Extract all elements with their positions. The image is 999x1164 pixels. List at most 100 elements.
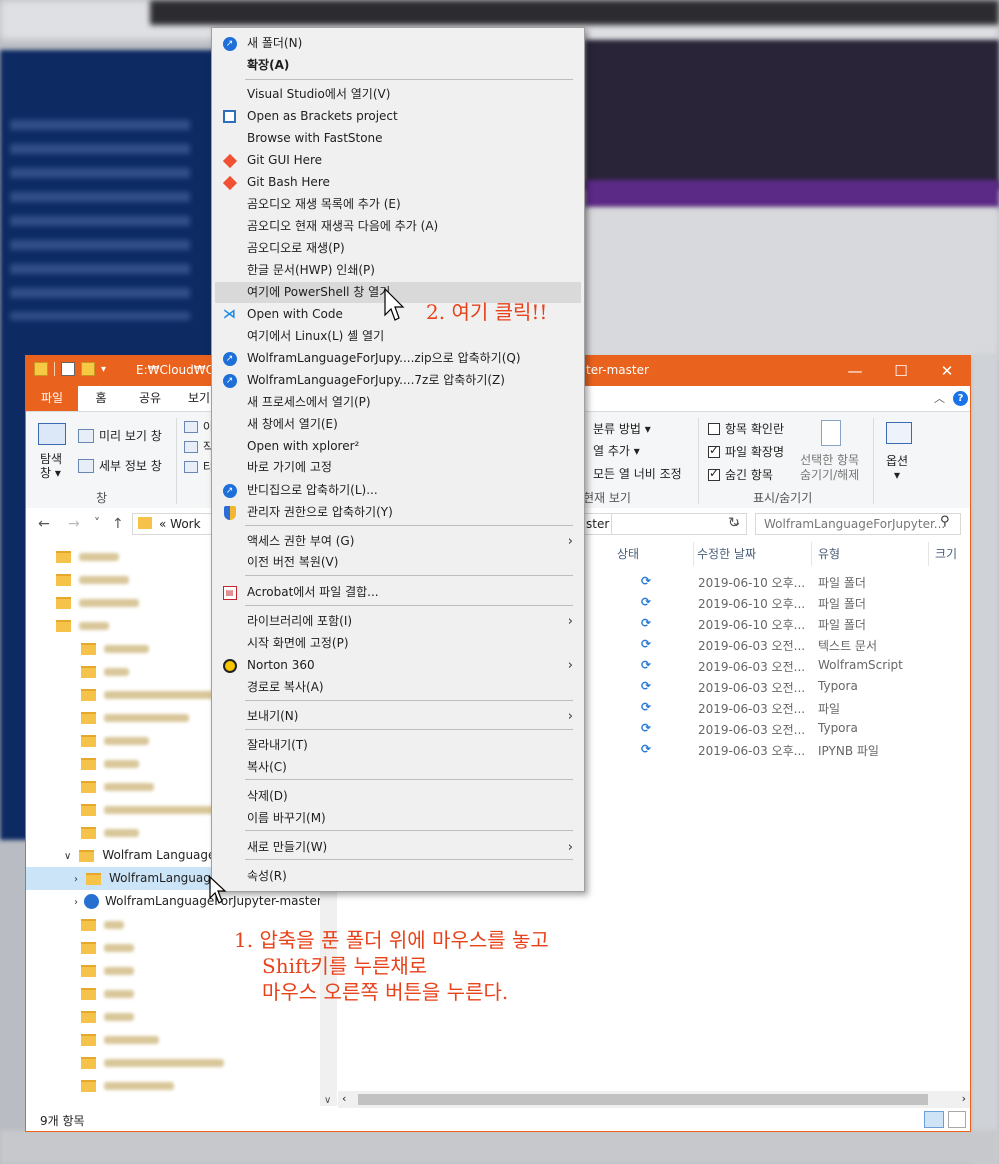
folder-icon[interactable] (34, 362, 48, 376)
menu-separator (245, 525, 573, 526)
layout-option-3[interactable]: 타 (184, 458, 214, 475)
modified-date: 2019-06-03 오후... (698, 744, 806, 758)
minimize-button[interactable]: — (832, 356, 878, 386)
chevron-down-icon[interactable]: ∨ (64, 851, 71, 862)
tree-item[interactable] (81, 1028, 338, 1051)
menu-item-label: 한글 문서(HWP) 인쇄(P) (247, 263, 375, 277)
menu-item-include-in-library[interactable]: 라이브러리에 포함(I) › (215, 611, 581, 632)
large-icons-view-icon[interactable] (948, 1111, 966, 1128)
scroll-right-icon[interactable]: › (962, 1092, 966, 1105)
new-folder-icon[interactable] (81, 362, 95, 376)
menu-item-compress-to-zip[interactable]: ↗ WolframLanguageForJupy....zip으로 압축하기(Q) (215, 348, 581, 369)
file-type: Typora (818, 721, 858, 735)
menu-item-expand[interactable]: 확장(A) (215, 55, 581, 76)
file-extensions-toggle[interactable]: 파일 확장명 (708, 443, 784, 460)
menu-item-acrobat-combine[interactable]: ▤ Acrobat에서 파일 결합... (215, 582, 581, 603)
menu-item-git-gui-here[interactable]: Git GUI Here (215, 150, 581, 171)
menu-item-open-in-new-window[interactable]: 새 창에서 열기(E) (215, 414, 581, 435)
back-button[interactable]: ← (38, 516, 50, 532)
menu-item-hwp-print[interactable]: 한글 문서(HWP) 인쇄(P) (215, 260, 581, 281)
up-button[interactable]: ↑ (112, 516, 124, 532)
item-checkbox-checkbox[interactable] (708, 422, 720, 435)
tree-item-zip[interactable]: ›WolframLanguageForJupyter-master.zi (74, 890, 338, 913)
menu-item-norton-360[interactable]: Norton 360 › (215, 655, 581, 676)
menu-item-pin-to-quick-access[interactable]: 바로 가기에 고정 (215, 457, 581, 478)
menu-item-pin-to-start[interactable]: 시작 화면에 고정(P) (215, 633, 581, 654)
close-button[interactable]: ✕ (924, 356, 970, 386)
scroll-down-icon[interactable]: ∨ (324, 1095, 331, 1106)
chevron-down-icon[interactable]: ▾ (101, 364, 106, 375)
address-breadcrumb[interactable]: « Work (159, 517, 201, 531)
menu-item-git-bash-here[interactable]: Git Bash Here (215, 172, 581, 193)
menu-item-browse-with-faststone[interactable]: Browse with FastStone (215, 128, 581, 149)
properties-icon[interactable] (61, 362, 75, 376)
menu-item-copy[interactable]: 복사(C) (215, 757, 581, 778)
tree-item[interactable] (81, 1005, 338, 1028)
menu-item-copy-as-path[interactable]: 경로로 복사(A) (215, 677, 581, 698)
menu-item-rename[interactable]: 이름 바꾸기(M) (215, 808, 581, 829)
group-by-button[interactable]: 분류 방법 ▾ (593, 420, 651, 437)
chevron-right-icon[interactable]: › (74, 897, 78, 908)
menu-item-new-folder[interactable]: ↗ 새 폴더(N) (215, 33, 581, 54)
tree-item[interactable] (81, 1074, 338, 1097)
layout-option-2[interactable]: 작 (184, 438, 214, 455)
menu-item-properties[interactable]: 속성(R) (215, 866, 581, 887)
hide-selected-button[interactable]: 선택한 항목 숨기기/해제 (800, 453, 859, 483)
refresh-button[interactable]: ↻ (728, 515, 740, 531)
horizontal-scrollbar[interactable]: ‹ › (338, 1091, 970, 1108)
menu-item-open-in-visual-studio[interactable]: Visual Studio에서 열기(V) (215, 84, 581, 105)
address-breadcrumb-tail[interactable]: ster (586, 517, 609, 531)
tab-file[interactable]: 파일 (26, 386, 78, 411)
add-column-button[interactable]: 열 추가 ▾ (593, 442, 640, 459)
chevron-right-icon[interactable]: › (74, 874, 78, 885)
annotation-step-1-line-3: 마우스 오른쪽 버튼을 누른다. (262, 980, 509, 1004)
collapse-ribbon-icon[interactable]: ︿ (934, 390, 945, 406)
group-label-current-view: 현재 보기 (583, 491, 631, 505)
file-extensions-checkbox[interactable] (708, 443, 720, 458)
preview-pane-button[interactable]: 미리 보기 창 (78, 427, 162, 444)
tab-home[interactable]: 홈 (86, 386, 116, 411)
navigation-pane-button[interactable]: 탐색 창 ▾ (40, 452, 62, 480)
menu-item-cut[interactable]: 잘라내기(T) (215, 735, 581, 756)
address-bar-tail[interactable]: ster ⌄ (583, 513, 747, 535)
menu-item-open-linux-shell-here[interactable]: 여기에서 Linux(L) 셸 열기 (215, 326, 581, 347)
folder-icon (81, 987, 96, 1000)
scroll-left-icon[interactable]: ‹ (342, 1092, 346, 1105)
column-header-type[interactable]: 유형 (818, 545, 840, 562)
details-view-icon[interactable] (924, 1111, 944, 1128)
layout-option-1[interactable]: 아 (184, 418, 214, 435)
menu-item-delete[interactable]: 삭제(D) (215, 786, 581, 807)
menu-item-open-in-new-process[interactable]: 새 프로세스에서 열기(P) (215, 392, 581, 413)
maximize-button[interactable]: ☐ (878, 356, 924, 386)
tab-share[interactable]: 공유 (130, 386, 170, 411)
help-icon[interactable]: ? (953, 391, 968, 406)
tree-item[interactable] (81, 1051, 338, 1074)
column-header-modified[interactable]: 수정한 날짜 (697, 545, 756, 562)
scroll-thumb[interactable] (358, 1094, 928, 1105)
blurred-label (104, 1058, 224, 1067)
menu-item-open-as-brackets-project[interactable]: Open as Brackets project (215, 106, 581, 127)
forward-button[interactable]: → (68, 516, 80, 532)
column-header-status[interactable]: 상태 (617, 545, 639, 562)
tab-view[interactable]: 보기 (184, 386, 214, 411)
menu-item-gom-add-to-playlist[interactable]: 곰오디오 재생 목록에 추가 (E) (215, 194, 581, 215)
column-header-size[interactable]: 크기 (935, 545, 957, 562)
menu-item-open-with-xplorer2[interactable]: Open with xplorer² (215, 436, 581, 457)
menu-item-compress-to-7z[interactable]: ↗ WolframLanguageForJupy....7z로 압축하기(Z) (215, 370, 581, 391)
menu-item-gom-play[interactable]: 곰오디오로 재생(P) (215, 238, 581, 259)
menu-item-gom-add-after-current[interactable]: 곰오디오 현재 재생곡 다음에 추가 (A) (215, 216, 581, 237)
menu-item-bandizip-compress[interactable]: ↗ 반디집으로 압축하기(L)... (215, 480, 581, 501)
menu-item-compress-as-admin[interactable]: 관리자 권한으로 압축하기(Y) (215, 502, 581, 523)
search-input[interactable]: WolframLanguageForJupyter... (755, 513, 961, 535)
menu-item-give-access-to[interactable]: 액세스 권한 부여 (G) › (215, 531, 581, 552)
options-button[interactable]: 옵션 ▾ (886, 454, 908, 482)
size-all-columns-button[interactable]: 모든 열 너비 조정 (593, 465, 682, 482)
hidden-items-toggle[interactable]: 숨긴 항목 (708, 466, 773, 483)
item-checkbox-toggle[interactable]: 항목 확인란 (708, 420, 784, 437)
recent-locations-button[interactable]: ˅ (94, 516, 100, 530)
menu-item-restore-previous-versions[interactable]: 이전 버전 복원(V) (215, 552, 581, 573)
menu-item-send-to[interactable]: 보내기(N) › (215, 706, 581, 727)
menu-item-new[interactable]: 새로 만들기(W) › (215, 837, 581, 858)
details-pane-button[interactable]: 세부 정보 창 (78, 457, 162, 474)
hidden-items-checkbox[interactable] (708, 466, 720, 481)
